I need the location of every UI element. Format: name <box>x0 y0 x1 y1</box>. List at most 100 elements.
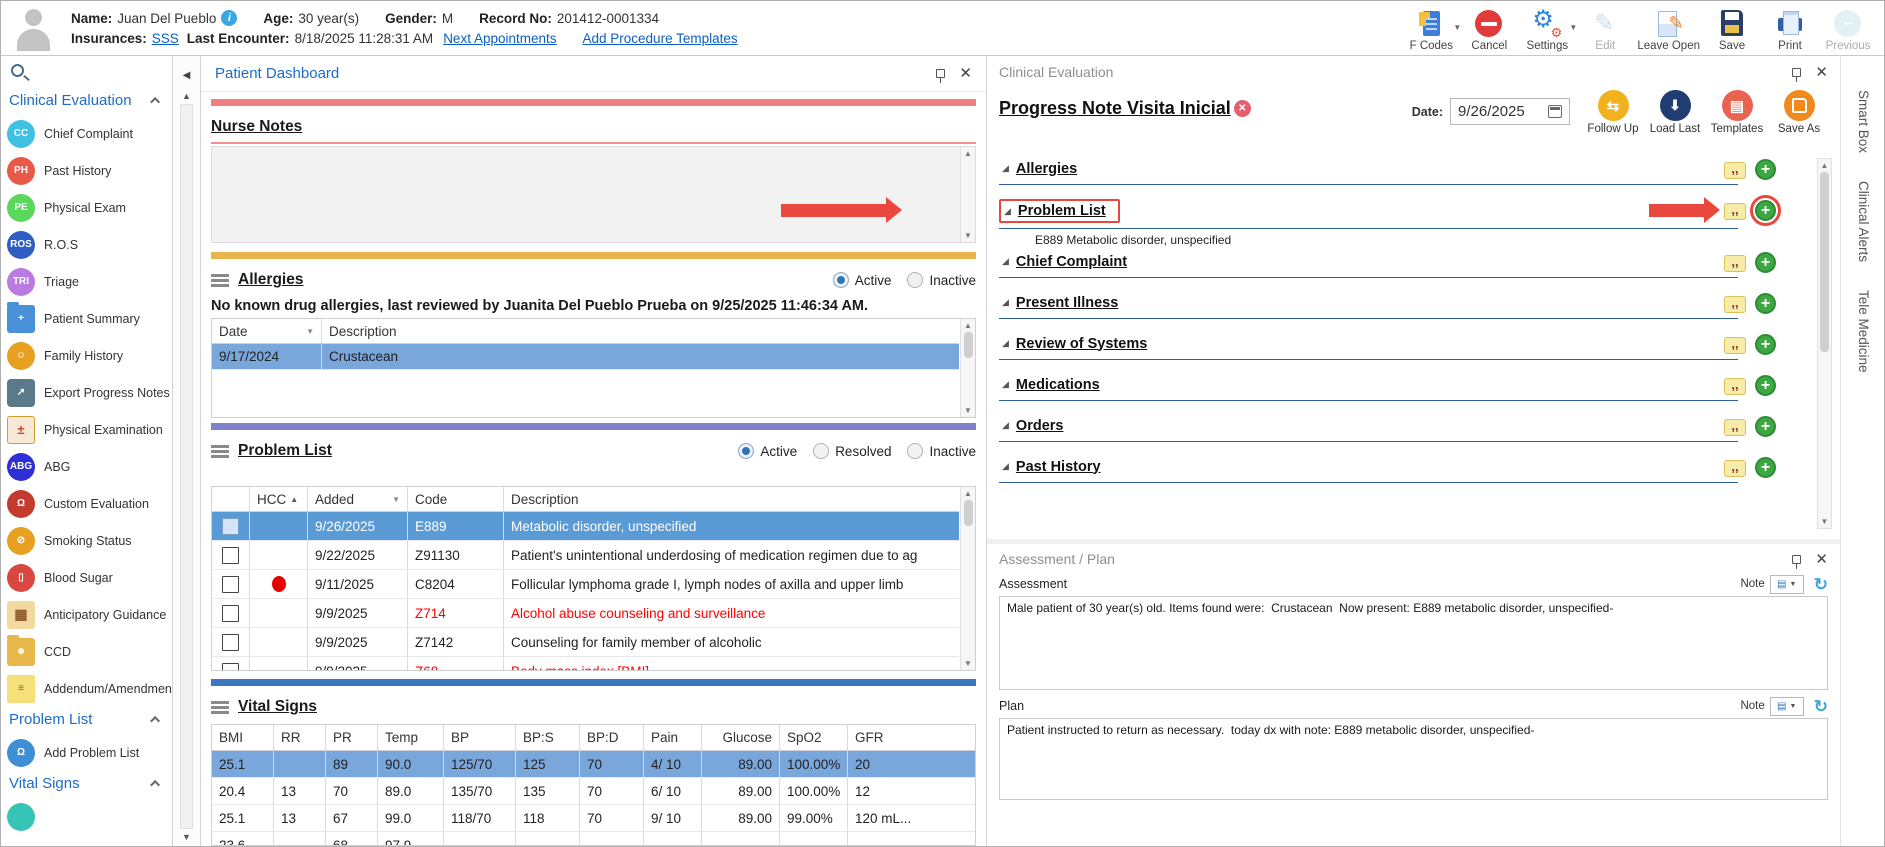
sidebar-item[interactable]: Ω Custom Evaluation <box>1 485 172 522</box>
sidebar-item[interactable]: ± Physical Examination <box>1 411 172 448</box>
sidebar-search[interactable] <box>1 62 172 88</box>
scrollbar-thumb[interactable] <box>1820 172 1829 352</box>
expand-triangle-icon[interactable]: ◢ <box>1004 206 1011 217</box>
vital-signs-row[interactable]: 20.4 13 70 89.0 135/70 135 70 6/ 10 89.00 100.00%… <box>212 778 975 805</box>
quick-text-icon[interactable]: ,, <box>1724 378 1746 395</box>
vs-column-header[interactable]: PR <box>326 725 378 750</box>
close-icon[interactable]: ✕ <box>959 66 972 81</box>
pin-icon[interactable] <box>1792 554 1802 569</box>
sidebar-group-problem-list[interactable]: Problem List <box>1 707 172 734</box>
problem-row[interactable]: 9/11/2025 C8204 Follicular lymphoma grad… <box>212 570 959 599</box>
scrollbar[interactable]: ▲ ▼ <box>1817 158 1832 529</box>
expand-triangle-icon[interactable]: ◢ <box>1002 420 1009 431</box>
toolbar-button[interactable]: ▼ Previous <box>1822 9 1874 52</box>
scroll-up-icon[interactable]: ▲ <box>964 321 972 330</box>
scroll-down-icon[interactable]: ▼ <box>964 659 972 668</box>
scroll-down-icon[interactable]: ▼ <box>964 231 972 240</box>
radio-option[interactable]: Inactive <box>907 272 976 288</box>
progress-note-title[interactable]: Progress Note Visita Inicial <box>999 98 1231 119</box>
scroll-down-icon[interactable]: ▼ <box>964 406 972 415</box>
filter-caret-icon[interactable]: ▼ <box>306 327 314 336</box>
collapse-chevron-icon[interactable] <box>150 715 161 726</box>
nurse-notes-textarea[interactable]: ▲ ▼ <box>211 146 976 243</box>
scroll-down-icon[interactable]: ▼ <box>1821 517 1829 526</box>
problem-row[interactable]: 9/26/2025 E889 Metabolic disorder, unspe… <box>212 512 959 541</box>
section-heading[interactable]: ◢ Chief Complaint <box>999 252 1139 272</box>
vs-column-header[interactable]: BP:S <box>516 725 580 750</box>
section-heading[interactable]: ◢ Orders <box>999 416 1075 436</box>
toolbar-button[interactable]: ▼ Print <box>1764 9 1816 52</box>
add-section-item-button[interactable]: + <box>1755 293 1776 314</box>
note-format-dropdown[interactable]: ▤ ▼ <box>1769 574 1804 594</box>
add-section-item-button[interactable]: + <box>1755 457 1776 478</box>
side-tab[interactable]: Clinical Alerts <box>1856 181 1871 262</box>
row-checkbox[interactable] <box>222 604 239 622</box>
add-section-item-button[interactable]: + <box>1755 416 1776 437</box>
quick-text-icon[interactable]: ,, <box>1724 419 1746 436</box>
side-tab[interactable]: Smart Box <box>1856 90 1871 153</box>
problem-row[interactable]: 9/9/2025 Z714 Alcohol abuse counseling a… <box>212 599 959 628</box>
note-action-button[interactable]: ⇆ Follow Up <box>1584 90 1642 135</box>
add-section-item-button[interactable]: + <box>1750 195 1781 226</box>
note-format-dropdown[interactable]: ▤ ▼ <box>1769 696 1804 716</box>
add-section-item-button[interactable]: + <box>1755 159 1776 180</box>
scroll-up-icon[interactable]: ▲ <box>964 149 972 158</box>
row-checkbox[interactable] <box>222 517 239 535</box>
column-header-description[interactable]: Description <box>322 319 959 343</box>
sidebar-item[interactable]: ≡ Addendum/Amendments <box>1 670 172 707</box>
dropdown-caret-icon[interactable]: ▼ <box>1453 23 1461 32</box>
sidebar-item[interactable]: PE Physical Exam <box>1 189 172 226</box>
scrollbar-thumb[interactable] <box>963 332 973 358</box>
quick-text-icon[interactable]: ,, <box>1724 255 1746 272</box>
assessment-textarea[interactable]: Male patient of 30 year(s) old. Items fo… <box>999 596 1828 690</box>
section-heading[interactable]: ◢ Present Illness <box>999 293 1130 313</box>
sidebar-item[interactable]: Ω Add Problem List <box>1 734 172 771</box>
expand-triangle-icon[interactable]: ◢ <box>1002 338 1009 349</box>
expand-triangle-icon[interactable]: ◢ <box>1002 297 1009 308</box>
radio-option[interactable]: Active <box>738 443 797 459</box>
add-procedure-templates-link[interactable]: Add Procedure Templates <box>583 31 738 46</box>
menu-icon[interactable] <box>211 700 229 714</box>
table-row[interactable]: 9/17/2024 Crustacean <box>212 344 959 370</box>
menu-icon[interactable] <box>211 444 229 458</box>
sidebar-item[interactable]: ↗ Export Progress Notes <box>1 374 172 411</box>
sidebar-item[interactable]: + Patient Summary <box>1 300 172 337</box>
scrollbar-thumb[interactable] <box>963 500 973 526</box>
vs-column-header[interactable]: BP:D <box>580 725 644 750</box>
vs-column-header[interactable]: Pain <box>644 725 702 750</box>
column-header-hcc[interactable]: HCC ▲ <box>250 487 308 511</box>
scrollbar[interactable]: ▲ ▼ <box>960 319 975 417</box>
add-section-item-button[interactable]: + <box>1755 252 1776 273</box>
sidebar-item[interactable]: ☺ Family History <box>1 337 172 374</box>
toolbar-button[interactable]: ▼ Edit <box>1579 9 1631 52</box>
calendar-icon[interactable] <box>1548 105 1562 118</box>
toolbar-button[interactable]: ▼ Settings <box>1521 5 1578 52</box>
sidebar-item[interactable]: PH Past History <box>1 152 172 189</box>
expand-triangle-icon[interactable]: ◢ <box>1002 163 1009 174</box>
vs-column-header[interactable]: SpO2 <box>780 725 848 750</box>
scroll-up-icon[interactable]: ▲ <box>964 489 972 498</box>
quick-text-icon[interactable]: ,, <box>1724 460 1746 477</box>
column-header-description[interactable]: Description <box>504 487 959 511</box>
column-header-added[interactable]: Added ▼ <box>308 487 408 511</box>
sidebar-item[interactable]: TRI Triage <box>1 263 172 300</box>
vital-signs-row[interactable]: 23.6 68 97.9 <box>212 832 975 845</box>
section-heading[interactable]: ◢ Allergies <box>999 159 1089 179</box>
scroll-up-icon[interactable]: ▲ <box>182 91 191 101</box>
scrollbar[interactable]: ▲ ▼ <box>960 147 975 242</box>
menu-icon[interactable] <box>211 273 229 287</box>
sidebar-group-vital-signs[interactable]: Vital Signs <box>1 771 172 798</box>
plan-textarea[interactable]: Patient instructed to return as necessar… <box>999 718 1828 800</box>
next-appointments-link[interactable]: Next Appointments <box>443 31 556 46</box>
scroll-up-icon[interactable]: ▲ <box>1821 161 1829 170</box>
filter-caret-icon[interactable]: ▼ <box>392 495 400 504</box>
sidebar-item[interactable]: ROS R.O.S <box>1 226 172 263</box>
insurances-link[interactable]: SSS <box>152 31 179 46</box>
scrollbar-track[interactable] <box>180 104 193 829</box>
radio-option[interactable]: Inactive <box>907 443 976 459</box>
vs-column-header[interactable]: BMI <box>212 725 274 750</box>
close-icon[interactable]: ✕ <box>1815 65 1828 80</box>
quick-text-icon[interactable]: ,, <box>1724 162 1746 179</box>
toolbar-button[interactable]: ▼ Cancel <box>1463 9 1515 52</box>
radio-option[interactable]: Resolved <box>813 443 891 459</box>
